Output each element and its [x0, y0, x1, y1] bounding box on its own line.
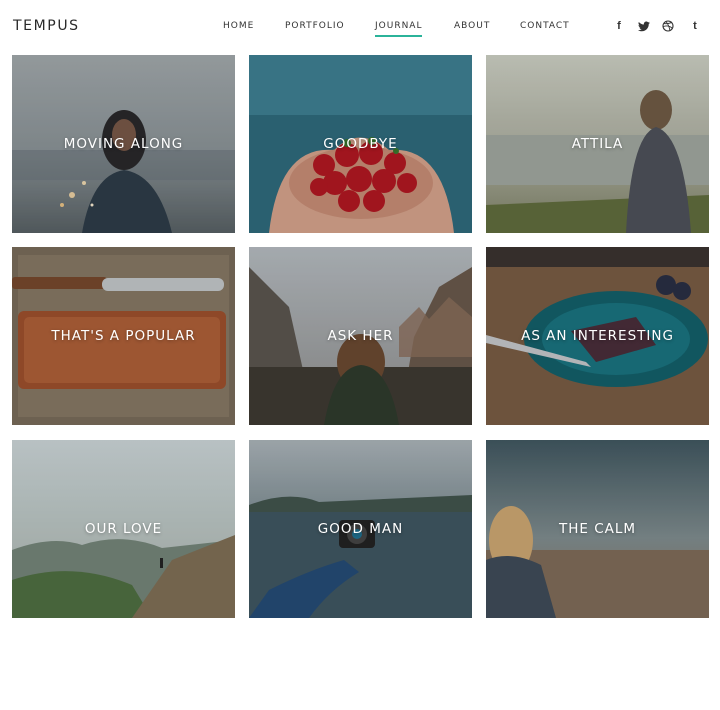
post-title[interactable]: ASK HER	[249, 328, 472, 344]
nav-item-journal[interactable]: JOURNAL	[375, 21, 423, 37]
tumblr-icon[interactable]: t	[688, 18, 702, 34]
post-card-as-an-interesting[interactable]: AS AN INTERESTING	[486, 247, 709, 425]
twitter-icon[interactable]	[637, 18, 651, 34]
post-title[interactable]: OUR LOVE	[12, 521, 235, 537]
site-header: TEMPUS HOME PORTFOLIO JOURNAL ABOUT CONT…	[0, 0, 720, 54]
post-card-attila[interactable]: ATTILA	[486, 55, 709, 233]
post-card-thats-a-popular[interactable]: THAT'S A POPULAR	[12, 247, 235, 425]
post-title[interactable]: ATTILA	[486, 136, 709, 152]
journal-grid: MOVING ALONG GOODBYE ATTILA THAT'S A POP…	[12, 55, 709, 618]
post-card-the-calm[interactable]: THE CALM	[486, 440, 709, 618]
post-title[interactable]: GOODBYE	[249, 136, 472, 152]
post-card-ask-her[interactable]: ASK HER	[249, 247, 472, 425]
nav-item-home[interactable]: HOME	[223, 21, 254, 31]
nav-item-contact[interactable]: CONTACT	[520, 21, 570, 31]
site-logo[interactable]: TEMPUS	[13, 18, 80, 34]
post-title[interactable]: GOOD MAN	[249, 521, 472, 537]
post-title[interactable]: AS AN INTERESTING	[486, 328, 709, 344]
nav-item-portfolio[interactable]: PORTFOLIO	[285, 21, 345, 31]
post-card-good-man[interactable]: GOOD MAN	[249, 440, 472, 618]
post-title[interactable]: MOVING ALONG	[12, 136, 235, 152]
post-card-our-love[interactable]: OUR LOVE	[12, 440, 235, 618]
facebook-icon[interactable]: f	[612, 18, 626, 34]
dribbble-icon[interactable]	[661, 18, 675, 34]
post-title[interactable]: THE CALM	[486, 521, 709, 537]
post-title[interactable]: THAT'S A POPULAR	[12, 328, 235, 344]
post-card-moving-along[interactable]: MOVING ALONG	[12, 55, 235, 233]
post-card-goodbye[interactable]: GOODBYE	[249, 55, 472, 233]
nav-item-about[interactable]: ABOUT	[454, 21, 490, 31]
